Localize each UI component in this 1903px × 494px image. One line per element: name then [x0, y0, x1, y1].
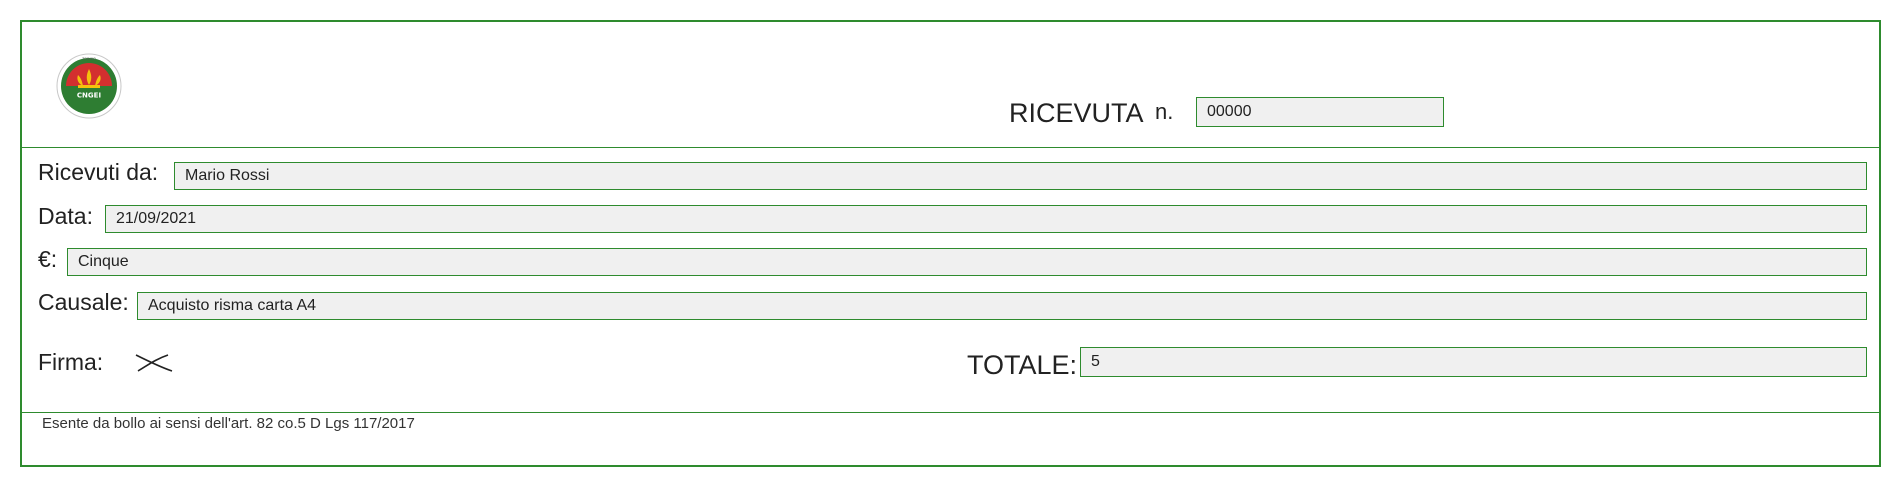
amount-label: €:	[38, 246, 58, 272]
logo-text: CNGEI	[77, 92, 101, 100]
signature-label: Firma:	[38, 349, 104, 375]
receipt-number-label: n.	[1155, 99, 1174, 124]
date-label: Data:	[38, 203, 93, 229]
total-label: TOTALE:	[967, 350, 1078, 380]
received-from-label: Ricevuti da:	[38, 159, 159, 185]
total-field[interactable]: 5	[1080, 347, 1867, 377]
reason-field[interactable]: Acquisto risma carta A4	[137, 292, 1867, 320]
receipt-number-field[interactable]: 00000	[1196, 97, 1444, 127]
signature-mark	[135, 354, 173, 372]
amount-field[interactable]: Cinque	[67, 248, 1867, 276]
cngei-logo: CNGEI TORINO	[56, 53, 122, 119]
received-from-field[interactable]: Mario Rossi	[174, 162, 1867, 190]
footer-divider	[22, 412, 1879, 413]
reason-label: Causale:	[38, 289, 129, 315]
tax-exemption-note: Esente da bollo ai sensi dell'art. 82 co…	[42, 415, 415, 432]
receipt-title: RICEVUTA	[1009, 98, 1144, 128]
logo-top-text: TORINO	[81, 57, 96, 61]
date-field[interactable]: 21/09/2021	[105, 205, 1867, 233]
receipt-form: CNGEI TORINO RICEVUTA n. 00000 Ricevuti …	[20, 20, 1881, 467]
receipt-header: CNGEI TORINO RICEVUTA n. 00000	[22, 22, 1879, 148]
